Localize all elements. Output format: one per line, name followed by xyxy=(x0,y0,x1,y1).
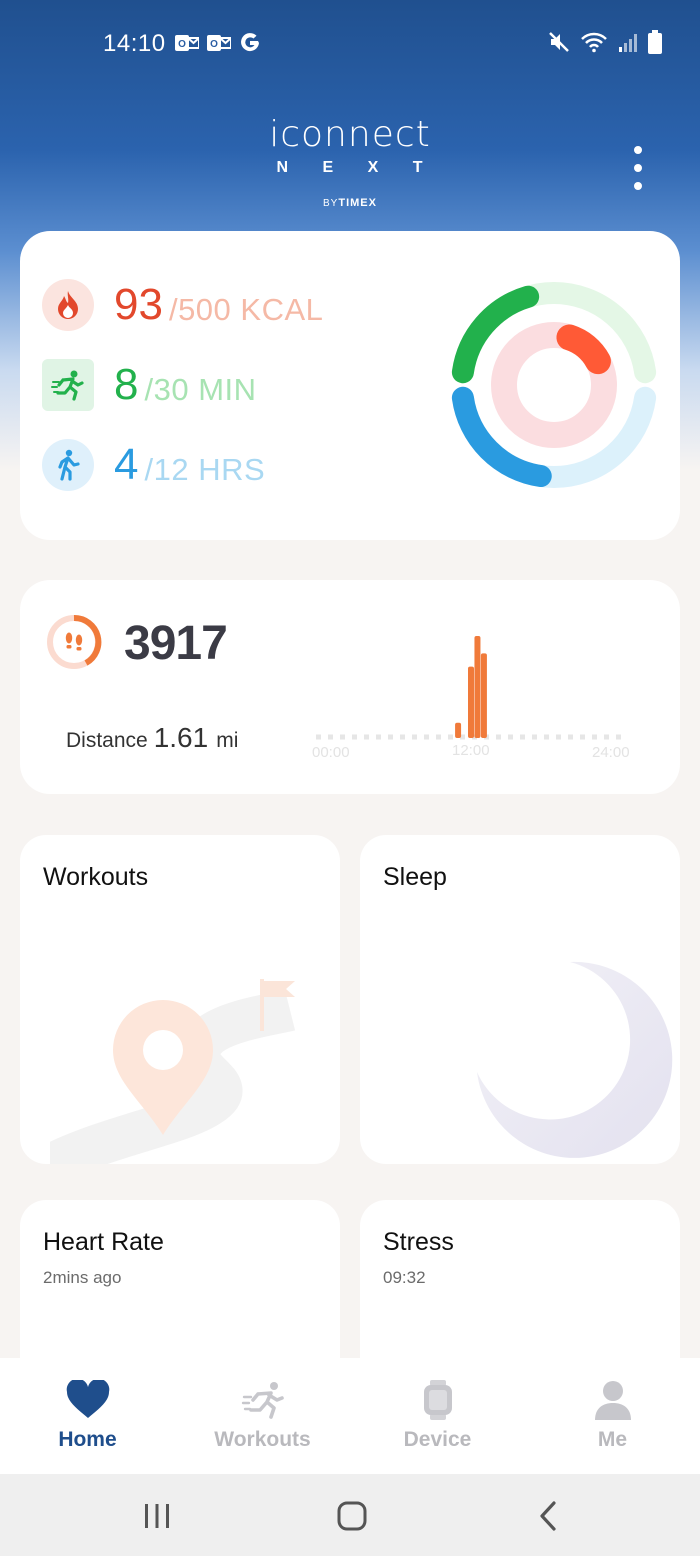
nav-device[interactable]: Device xyxy=(350,1358,525,1474)
steps-bar xyxy=(468,666,474,738)
active-hours-goal: /12 HRS xyxy=(144,452,266,487)
active-hours-value: 4 xyxy=(114,440,139,489)
steps-chart: 00:00 12:00 24:00 xyxy=(310,620,640,770)
steps-chart-plot xyxy=(316,636,626,740)
moon-icon xyxy=(475,960,680,1164)
stress-title: Stress xyxy=(383,1228,454,1256)
sleep-title: Sleep xyxy=(383,863,447,891)
workouts-tile[interactable]: Workouts xyxy=(20,835,340,1164)
walker-icon xyxy=(42,439,94,491)
system-navigation-bar xyxy=(0,1474,700,1556)
active-minutes-goal: /30 MIN xyxy=(144,372,257,407)
steps-card[interactable]: 3917 Distance 1.61 mi 00:00 12:00 24:00 xyxy=(20,580,680,794)
logo-name: iconnect xyxy=(269,114,431,155)
heart-rate-title: Heart Rate xyxy=(43,1228,164,1256)
nav-home-label: Home xyxy=(58,1428,117,1451)
nav-workouts-label: Workouts xyxy=(214,1428,311,1451)
active-hours-metric: 4 /12 HRS xyxy=(42,437,265,493)
activity-rings-chart xyxy=(451,282,657,488)
calories-value: 93 xyxy=(114,280,163,329)
nav-me-label: Me xyxy=(597,1428,628,1451)
steps-bar xyxy=(474,636,481,738)
watch-icon xyxy=(416,1380,460,1425)
nav-me[interactable]: Me xyxy=(525,1358,700,1474)
overflow-menu-icon[interactable] xyxy=(626,146,650,190)
logo-by-text: BY xyxy=(323,198,339,209)
google-icon xyxy=(239,32,261,59)
outlook-icon: O xyxy=(175,33,200,58)
flame-icon xyxy=(42,279,94,331)
outlook-icon: O xyxy=(207,33,232,58)
calories-goal: /500 KCAL xyxy=(168,292,324,327)
home-icon[interactable] xyxy=(322,1494,382,1538)
chart-tick-end: 24:00 xyxy=(592,744,630,761)
distance-row: Distance 1.61 mi xyxy=(66,722,238,754)
logo-maker: TIMEX xyxy=(338,197,377,209)
steps-bar xyxy=(455,722,462,738)
svg-text:O: O xyxy=(178,39,186,50)
steps-bar xyxy=(480,653,487,738)
wifi-icon xyxy=(580,31,608,58)
heart-rate-subtitle: 2mins ago xyxy=(43,1268,122,1287)
steps-count: 3917 xyxy=(124,617,228,670)
signal-icon xyxy=(618,32,638,57)
recent-apps-icon[interactable] xyxy=(127,1494,187,1538)
status-bar: 14:10 O O xyxy=(0,22,700,66)
nav-workouts[interactable]: Workouts xyxy=(175,1358,350,1474)
runner-icon xyxy=(42,359,94,411)
calories-metric: 93 /500 KCAL xyxy=(42,277,323,333)
nav-home[interactable]: Home xyxy=(0,1358,175,1474)
distance-label: Distance xyxy=(66,729,148,752)
distance-value: 1.61 xyxy=(153,722,209,753)
calories-ring-progress xyxy=(556,324,611,375)
back-icon[interactable] xyxy=(518,1494,578,1538)
status-time: 14:10 xyxy=(103,30,166,57)
chart-tick-mid: 12:00 xyxy=(452,742,490,759)
stress-subtitle: 09:32 xyxy=(383,1268,426,1287)
distance-unit: mi xyxy=(216,729,239,752)
activity-summary-card[interactable]: 93 /500 KCAL 8 /30 MIN 4 /12 HRS xyxy=(20,231,680,540)
active-minutes-metric: 8 /30 MIN xyxy=(42,357,257,413)
active-minutes-value: 8 xyxy=(114,360,139,409)
bottom-navigation: Home Workouts Device Me xyxy=(0,1358,700,1474)
workout-route-icon xyxy=(40,975,340,1164)
battery-icon xyxy=(648,30,662,59)
sleep-tile[interactable]: Sleep xyxy=(360,835,680,1164)
heart-icon xyxy=(66,1378,110,1425)
footsteps-icon xyxy=(46,614,102,675)
svg-text:O: O xyxy=(210,39,218,50)
logo-by: BYTIMEX xyxy=(0,197,700,209)
logo-sub: N E X T xyxy=(276,159,438,176)
runner-icon xyxy=(241,1380,285,1425)
workouts-title: Workouts xyxy=(43,863,149,891)
nav-device-label: Device xyxy=(403,1428,472,1451)
person-icon xyxy=(591,1380,635,1425)
chart-tick-start: 00:00 xyxy=(312,744,350,761)
app-logo: iconnect N E X T BYTIMEX xyxy=(0,114,700,210)
mute-icon xyxy=(548,31,570,58)
